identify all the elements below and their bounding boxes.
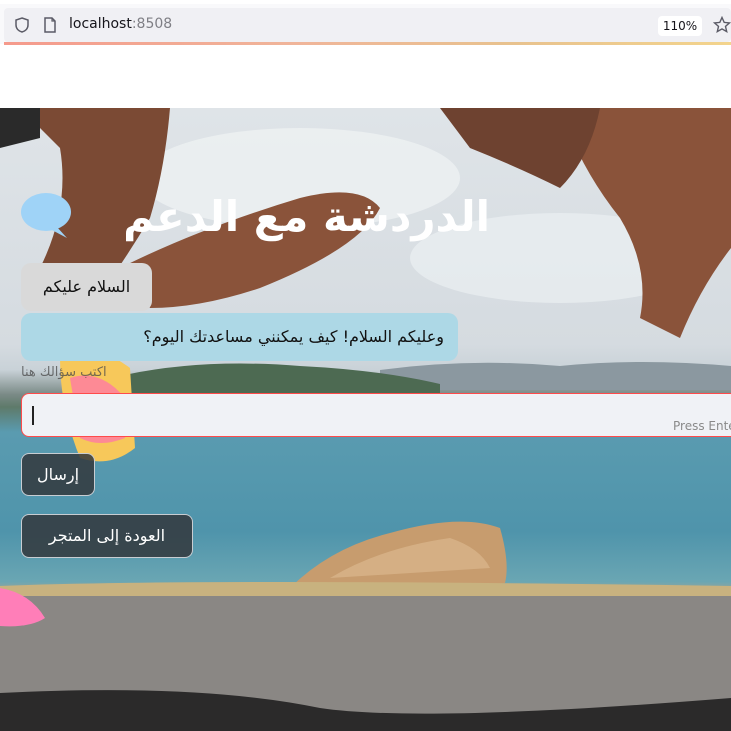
url-text[interactable]: localhost:8508 [69, 16, 172, 32]
bookmark-star-icon[interactable] [713, 16, 731, 34]
url-host: localhost [69, 16, 132, 32]
back-to-store-button[interactable]: العودة إلى المتجر [21, 514, 193, 558]
question-input[interactable]: Press Enter [21, 393, 731, 437]
page-title: الدردشة مع الدعم [123, 192, 490, 241]
page-icon [44, 17, 56, 33]
user-message: السلام عليكم [21, 263, 152, 311]
url-port: :8508 [131, 16, 173, 32]
shield-icon[interactable] [14, 17, 30, 33]
assistant-message: وعليكم السلام! كيف يمكنني مساعدتك اليوم؟ [21, 313, 458, 361]
address-bar[interactable]: localhost:8508 110% [4, 8, 731, 42]
zoom-level-button[interactable]: 110% [658, 16, 702, 36]
page-header-blank [0, 45, 731, 108]
question-input-label: اكتب سؤالك هنا [21, 365, 107, 380]
input-hint: Press Enter [673, 419, 731, 433]
browser-toolbar: localhost:8508 110% [0, 0, 731, 44]
send-button[interactable]: إرسال [21, 453, 95, 496]
speech-bubble-icon [21, 193, 71, 238]
text-caret [32, 406, 34, 425]
